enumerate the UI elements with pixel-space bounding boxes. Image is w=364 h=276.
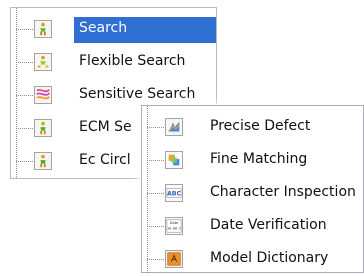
model-dictionary-icon — [165, 250, 183, 268]
tree-item-character-inspection[interactable]: ABC Character Inspection — [142, 177, 363, 210]
tree-item-label: Search — [79, 20, 128, 36]
tree-connector — [16, 161, 33, 162]
tree-item-search[interactable]: Search — [11, 13, 216, 46]
precise-defect-icon — [165, 118, 183, 136]
tree-connector — [16, 95, 33, 96]
character-inspection-icon: ABC — [165, 184, 183, 202]
date-verification-icon-text-2: 10-08-1 — [167, 227, 181, 231]
tree-connector — [16, 128, 33, 129]
tree-item-model-dictionary[interactable]: Model Dictionary — [142, 243, 363, 276]
tree-connector — [147, 226, 164, 227]
tree-item-label: Fine Matching — [210, 151, 308, 167]
tree-item-date-verification[interactable]: Date 10-08-1 Date Verification — [142, 210, 363, 243]
tree-connector — [147, 127, 164, 128]
tree-item-precise-defect[interactable]: Precise Defect — [142, 111, 363, 144]
tree-item-label: Precise Defect — [210, 118, 311, 134]
tree-item-label: Flexible Search — [79, 53, 186, 69]
tree-item-label: Sensitive Search — [79, 86, 196, 102]
circle-search-icon — [34, 152, 52, 170]
date-verification-icon-text-1: Date — [170, 221, 178, 225]
tree-item-label: Character Inspection — [210, 184, 356, 200]
tree-item-label: ECM Se — [79, 119, 132, 135]
date-verification-icon: Date 10-08-1 — [165, 217, 183, 235]
tree-connector — [16, 62, 33, 63]
ecm-search-icon — [34, 119, 52, 137]
character-inspection-icon-text: ABC — [167, 191, 182, 198]
tree-connector — [147, 193, 164, 194]
fine-matching-icon — [165, 151, 183, 169]
person-arrows-icon — [34, 53, 52, 71]
tree-item-label: Ec Circl — [79, 152, 131, 168]
person-search-icon — [34, 20, 52, 38]
tree-panel-front: Precise Defect Fine Matching ABC Charact… — [141, 105, 364, 273]
tree-connector — [16, 29, 33, 30]
tree-connector — [147, 259, 164, 260]
tree-item-label: Model Dictionary — [210, 250, 329, 266]
sensitive-search-icon — [34, 86, 52, 104]
tree-item-fine-matching[interactable]: Fine Matching — [142, 144, 363, 177]
tree-item-label: Date Verification — [210, 217, 327, 233]
tree-item-flexible-search[interactable]: Flexible Search — [11, 46, 216, 79]
tree-connector — [147, 160, 164, 161]
